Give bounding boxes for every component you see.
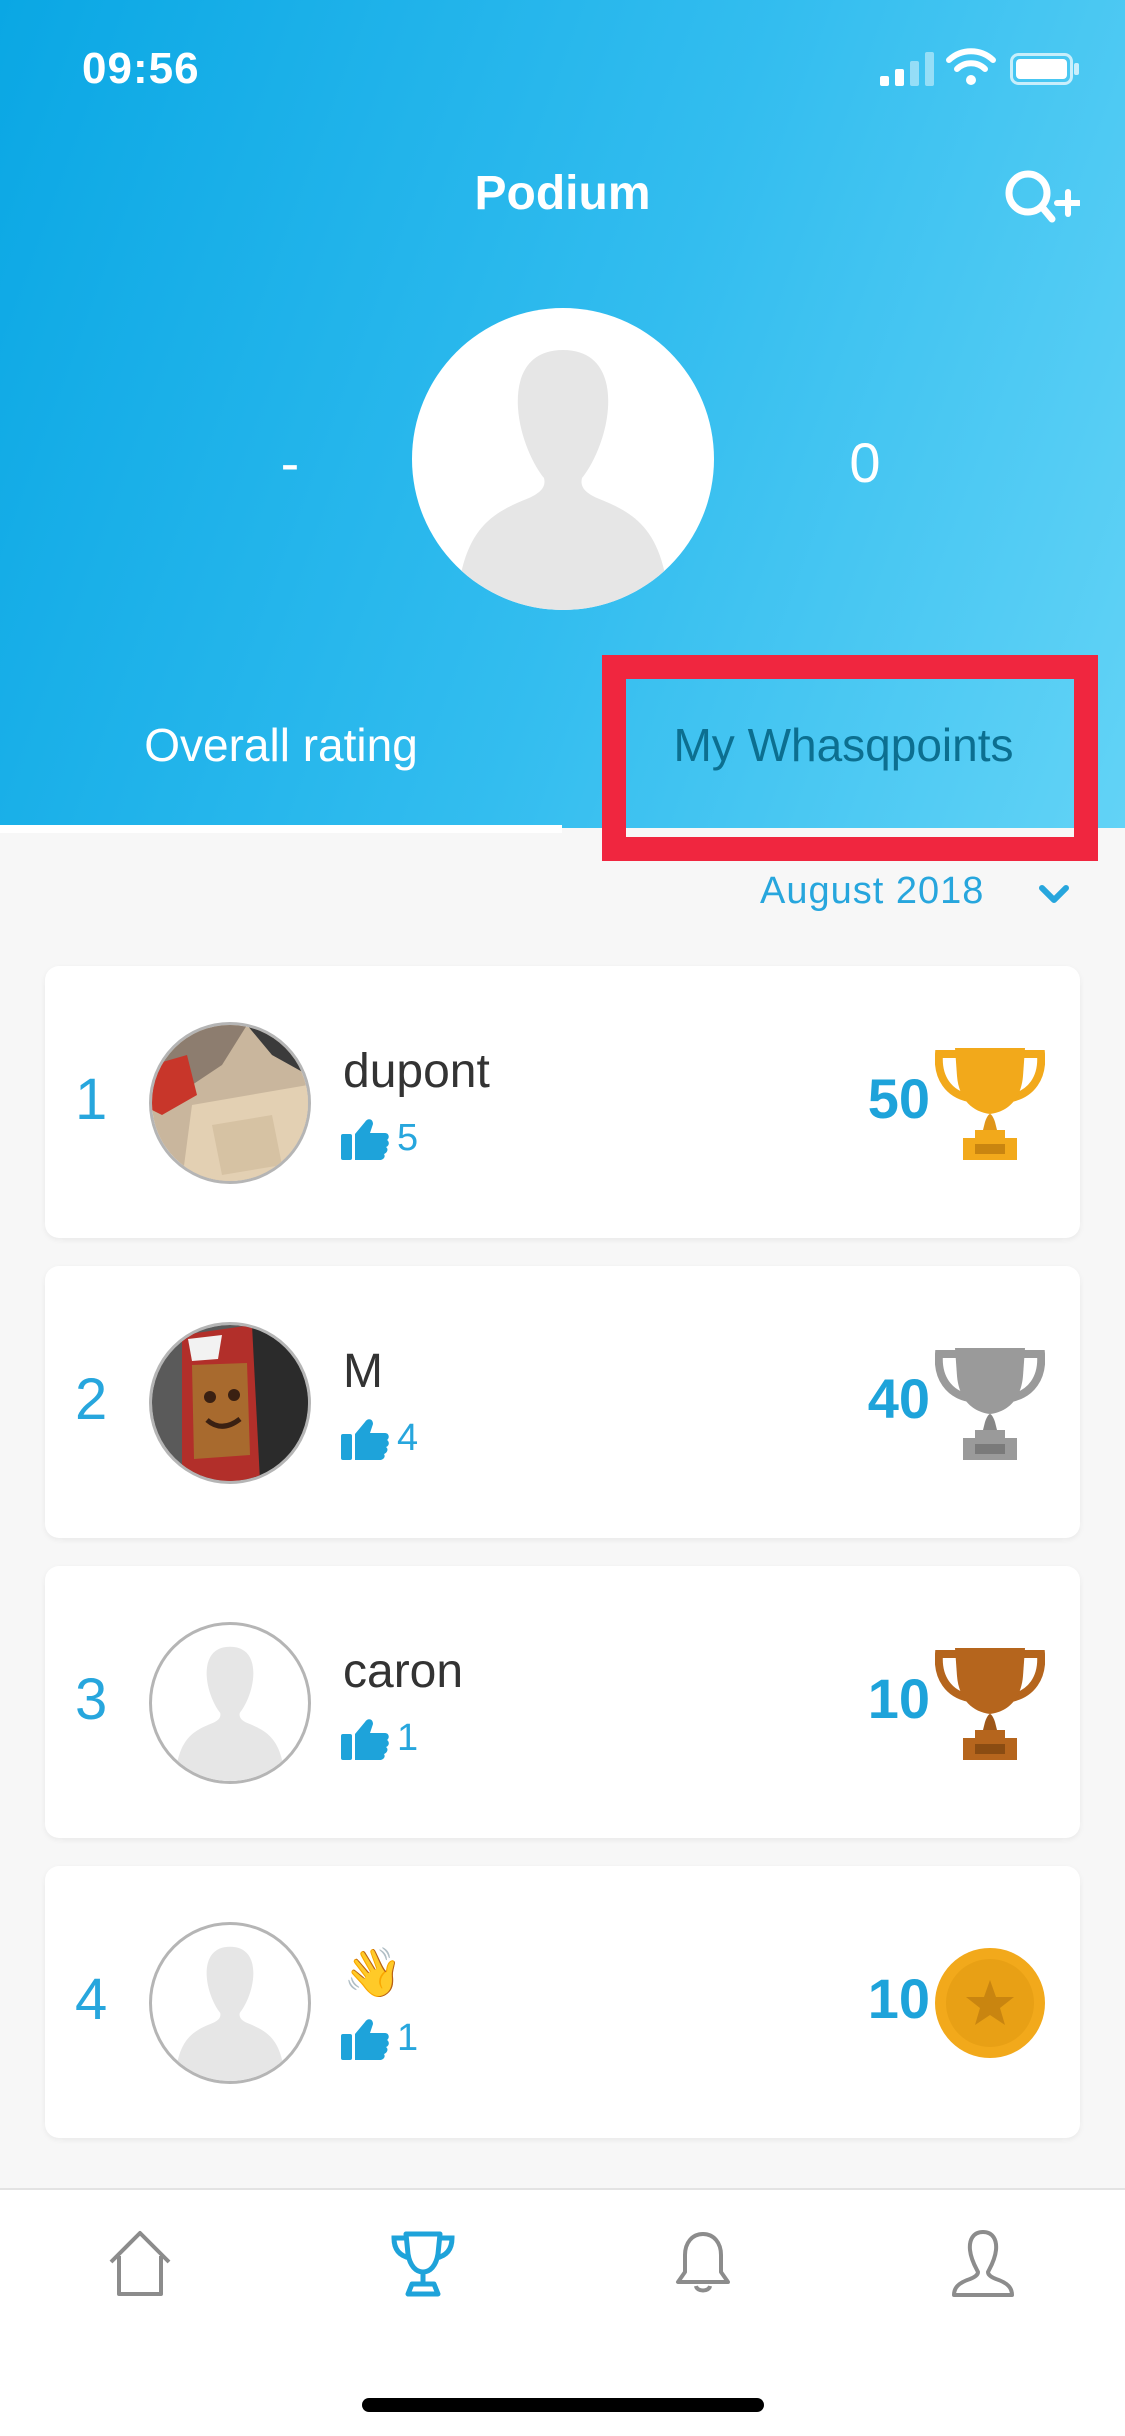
thumbs-up-icon xyxy=(341,1419,389,1460)
default-avatar-icon xyxy=(174,1646,286,1781)
leaderboard-row[interactable]: 2 M 4 40 xyxy=(45,1266,1080,1538)
user-photo xyxy=(152,1025,308,1181)
likes-value: 4 xyxy=(397,1416,419,1459)
default-avatar-icon xyxy=(174,1946,286,2081)
likes-count: 1 xyxy=(341,1716,418,1760)
page-title: Podium xyxy=(474,167,651,220)
highlight-box xyxy=(602,655,1098,861)
user-avatar xyxy=(149,1322,311,1484)
user-score: 40 xyxy=(867,1367,930,1430)
user-photo xyxy=(152,1325,308,1481)
row-rank: 1 xyxy=(75,1067,108,1132)
leaderboard-row[interactable]: 3 caron 1 10 xyxy=(45,1566,1080,1838)
star-medal-icon xyxy=(935,1948,1045,2058)
user-score: 10 xyxy=(867,1667,930,1730)
leaderboard-row[interactable]: 4 👋 1 10 xyxy=(45,1866,1080,2138)
my-rank: - xyxy=(280,431,300,494)
likes-count: 4 xyxy=(341,1416,418,1460)
bronze-trophy-icon xyxy=(935,1648,1045,1760)
user-name: M xyxy=(343,1345,383,1398)
status-time: 09:56 xyxy=(82,44,200,93)
leaderboard-row[interactable]: 1 dupont 5 50 xyxy=(45,966,1080,1238)
status-bar: 09:56 xyxy=(0,0,1125,130)
chevron-down-icon[interactable] xyxy=(1036,880,1072,908)
likes-count: 1 xyxy=(341,2016,418,2060)
likes-value: 1 xyxy=(397,2016,419,2059)
default-avatar-icon xyxy=(456,350,670,610)
user-score: 50 xyxy=(867,1067,930,1130)
month-selector[interactable]: August 2018 xyxy=(760,870,984,913)
user-avatar xyxy=(149,1622,311,1784)
user-name: caron xyxy=(343,1645,464,1698)
thumbs-up-icon xyxy=(341,2019,389,2060)
cellular-signal-icon xyxy=(880,52,934,86)
home-icon[interactable] xyxy=(105,2228,175,2298)
user-avatar xyxy=(149,1922,311,2084)
user-avatar xyxy=(149,1022,311,1184)
user-name: dupont xyxy=(343,1045,490,1098)
row-rank: 3 xyxy=(75,1667,108,1732)
tab-overall-rating[interactable]: Overall rating xyxy=(0,675,562,815)
profile-avatar[interactable] xyxy=(412,308,714,610)
thumbs-up-icon xyxy=(341,1719,389,1760)
likes-count: 5 xyxy=(341,1116,418,1160)
wifi-icon xyxy=(946,48,996,85)
active-tab-indicator xyxy=(0,825,562,833)
thumbs-up-icon xyxy=(341,1119,389,1160)
my-points: 0 xyxy=(849,431,881,494)
user-score: 10 xyxy=(867,1967,930,2030)
likes-value: 1 xyxy=(397,1716,419,1759)
bell-icon[interactable] xyxy=(668,2228,738,2298)
gold-trophy-icon xyxy=(935,1048,1045,1160)
user-name: 👋 xyxy=(343,1947,403,2000)
silver-trophy-icon xyxy=(935,1348,1045,1460)
battery-icon xyxy=(1010,53,1079,85)
home-indicator xyxy=(362,2398,764,2412)
trophy-icon[interactable] xyxy=(388,2228,458,2298)
likes-value: 5 xyxy=(397,1116,419,1159)
search-add-icon[interactable] xyxy=(1000,165,1080,233)
row-rank: 2 xyxy=(75,1367,108,1432)
row-rank: 4 xyxy=(75,1967,108,2032)
profile-icon[interactable] xyxy=(948,2228,1018,2298)
